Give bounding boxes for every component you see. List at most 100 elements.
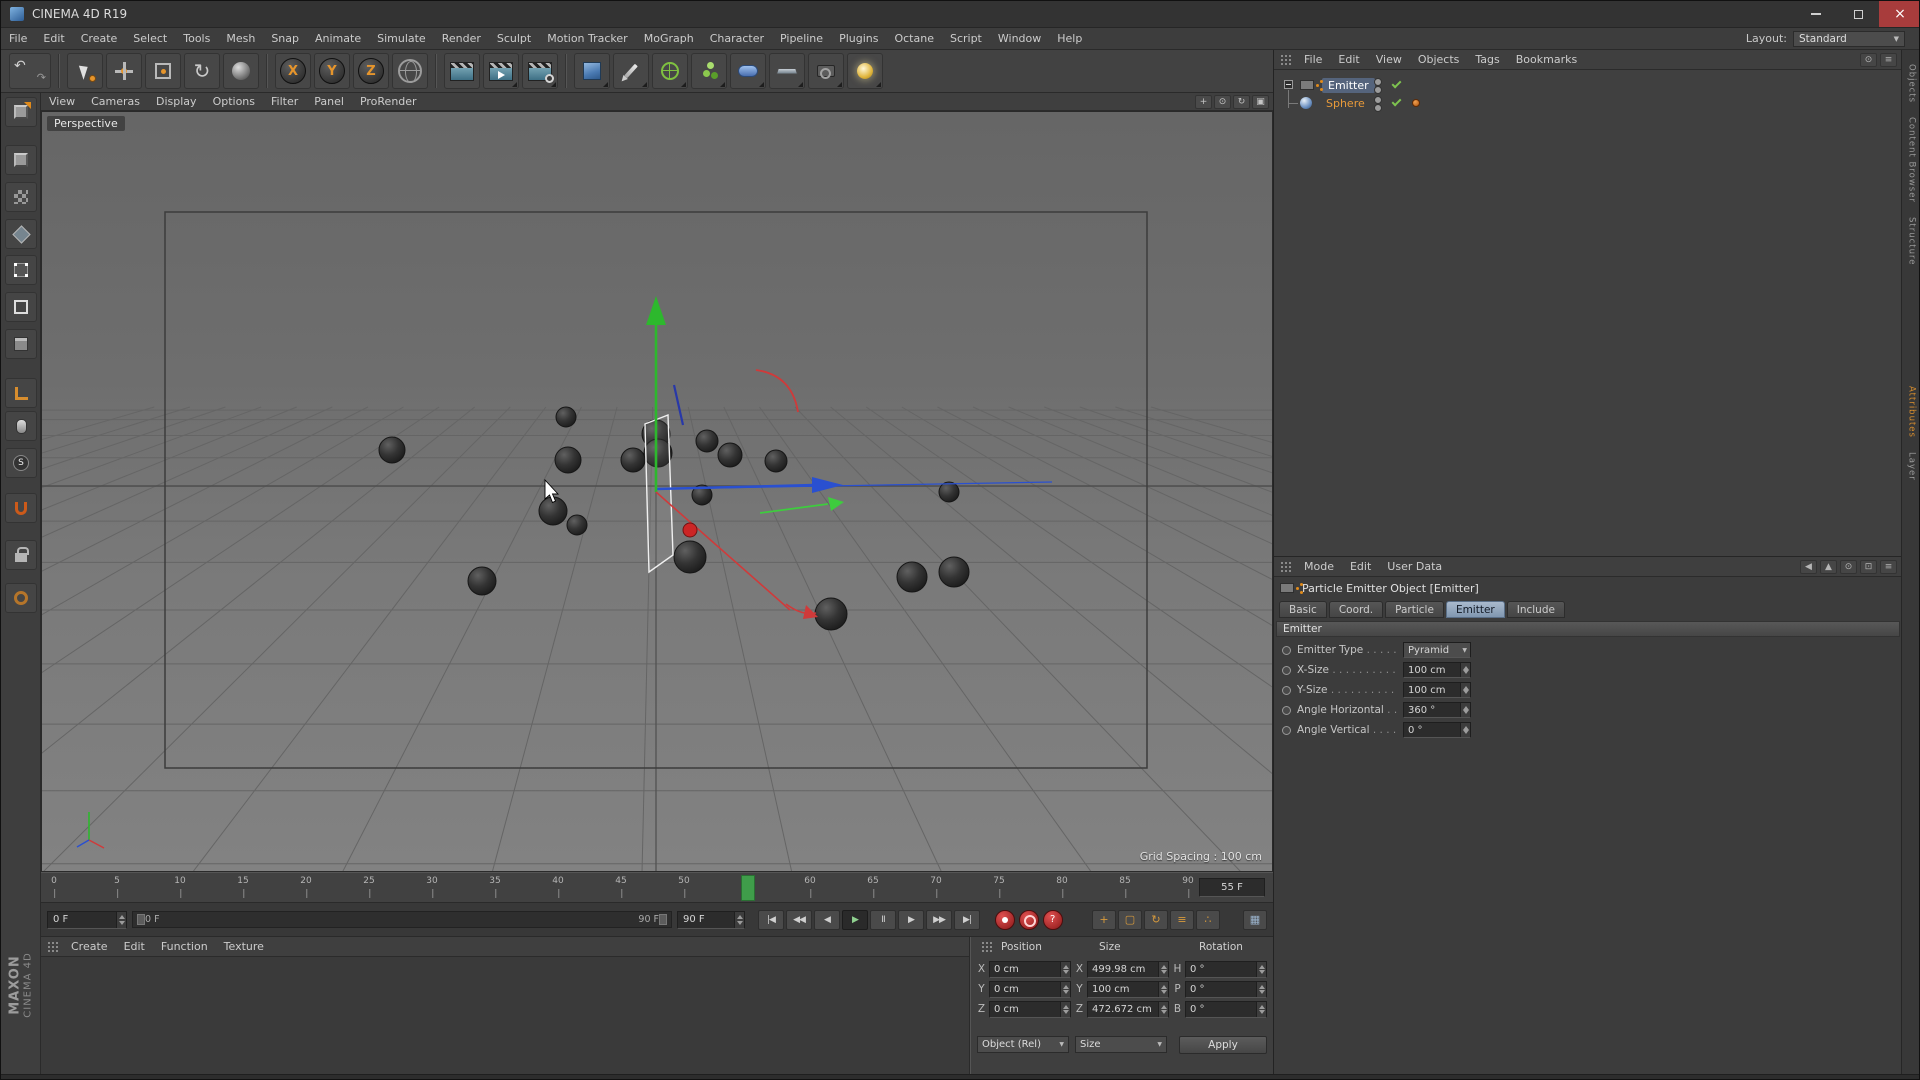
timeline-tick[interactable]: 0 xyxy=(51,876,57,898)
lock-workplane-button[interactable] xyxy=(5,540,37,570)
toggle-view-button[interactable]: ▣ xyxy=(1252,94,1269,109)
timeline-tick[interactable]: 10 xyxy=(174,876,186,898)
y-axis-arrow[interactable] xyxy=(646,296,666,325)
zoom-view-button[interactable]: ⊙ xyxy=(1214,94,1231,109)
render-view-button[interactable] xyxy=(444,53,480,89)
timeline-tick[interactable]: 25 xyxy=(363,876,375,898)
panel-grip-icon[interactable] xyxy=(1280,54,1292,66)
rotation-p-field[interactable]: 0 ° xyxy=(1185,980,1267,998)
viewport-menu-panel[interactable]: Panel xyxy=(306,93,352,110)
lock-icon[interactable]: ⊡ xyxy=(1860,559,1877,574)
attribute-manager-menu-mode[interactable]: Mode xyxy=(1296,557,1342,576)
live-selection-button[interactable] xyxy=(67,53,103,89)
position-z-field[interactable]: 0 cm xyxy=(989,1000,1071,1018)
minimize-button[interactable] xyxy=(1795,1,1837,27)
tab-basic[interactable]: Basic xyxy=(1279,601,1327,618)
attribute-manager-menu-user-data[interactable]: User Data xyxy=(1379,557,1450,576)
spinner-icon[interactable] xyxy=(1158,981,1168,997)
tweak-mode-button[interactable] xyxy=(5,411,37,441)
undo-redo-group[interactable]: ↶ ↷ xyxy=(9,53,51,89)
size-mode-dropdown[interactable]: Size ▼ xyxy=(1075,1036,1167,1053)
size-x-field[interactable]: 499.98 cm xyxy=(1087,960,1169,978)
spinner-icon[interactable] xyxy=(1060,961,1070,977)
tab-coord-[interactable]: Coord. xyxy=(1328,601,1384,618)
search-icon[interactable]: ⊙ xyxy=(1840,559,1857,574)
timeline-tick[interactable]: 90 xyxy=(1182,876,1194,898)
particle-sphere[interactable] xyxy=(764,449,788,473)
visibility-dots-icon[interactable] xyxy=(1374,96,1382,112)
menubar-item-select[interactable]: Select xyxy=(125,28,175,49)
particle-sphere[interactable] xyxy=(673,540,707,574)
redo-icon[interactable]: ↷ xyxy=(37,72,46,83)
plane-handle-green[interactable] xyxy=(828,497,844,511)
side-tab-objects[interactable]: Objects xyxy=(1907,64,1917,103)
tag-icon[interactable] xyxy=(1412,99,1420,107)
texture-mode-button[interactable] xyxy=(5,182,37,212)
timeline-tick[interactable]: 60 xyxy=(804,876,816,898)
record-keyframe-button[interactable] xyxy=(995,909,1015,930)
keyframe-presets-button[interactable]: ▦ xyxy=(1243,909,1267,930)
side-tab-layer[interactable]: Layer xyxy=(1907,452,1917,481)
particle-sphere[interactable] xyxy=(814,597,848,631)
layout-dropdown[interactable]: Standard ▼ xyxy=(1793,30,1905,47)
rotation-band-red[interactable] xyxy=(755,369,799,413)
object-label[interactable]: Emitter xyxy=(1322,77,1375,93)
timeline-tick[interactable]: 75 xyxy=(993,876,1005,898)
object-manager-menu-tags[interactable]: Tags xyxy=(1467,50,1507,69)
add-deformer-button[interactable] xyxy=(730,53,766,89)
lock-y-axis-button[interactable]: Y xyxy=(314,53,350,89)
key-rotation-toggle[interactable]: ↻ xyxy=(1144,909,1168,930)
range-handle-right[interactable] xyxy=(659,914,667,925)
viewport-menu-display[interactable]: Display xyxy=(148,93,205,110)
up-arrow-icon[interactable]: ▲ xyxy=(1820,559,1837,574)
object-row-emitter[interactable]: Emitter xyxy=(1274,76,1902,108)
autokey-button[interactable] xyxy=(1019,909,1039,930)
panel-grip-icon[interactable] xyxy=(1280,561,1292,573)
spinner-icon[interactable] xyxy=(1256,981,1266,997)
menubar-item-simulate[interactable]: Simulate xyxy=(369,28,434,49)
spinner-icon[interactable] xyxy=(1460,663,1470,677)
visibility-dots-icon[interactable] xyxy=(1374,78,1382,94)
add-generator-button[interactable] xyxy=(652,53,688,89)
key-position-toggle[interactable]: + xyxy=(1092,909,1116,930)
rotation-h-field[interactable]: 0 ° xyxy=(1185,960,1267,978)
keyframe-selection-button[interactable] xyxy=(1043,909,1063,930)
animation-toggle-icon[interactable] xyxy=(1282,645,1291,655)
material-manager-menu-texture[interactable]: Texture xyxy=(216,937,272,956)
material-manager-menu-create[interactable]: Create xyxy=(63,937,116,956)
menubar-item-character[interactable]: Character xyxy=(702,28,772,49)
menubar-item-script[interactable]: Script xyxy=(942,28,990,49)
panel-grip-icon[interactable] xyxy=(981,941,993,953)
previous-frame-button[interactable]: ◀ xyxy=(814,909,840,930)
menubar-item-window[interactable]: Window xyxy=(990,28,1049,49)
angle-horizontal-field[interactable]: 360 ° xyxy=(1403,702,1471,718)
next-key-button[interactable]: ▶▶ xyxy=(926,909,952,930)
rotate-tool-button[interactable]: ↻ xyxy=(184,53,220,89)
menubar-item-edit[interactable]: Edit xyxy=(35,28,72,49)
snap-button[interactable] xyxy=(5,493,37,523)
object-manager-menu-objects[interactable]: Objects xyxy=(1410,50,1468,69)
particle-sphere[interactable] xyxy=(695,429,719,453)
list-icon[interactable]: ≡ xyxy=(1880,559,1897,574)
timeline-tick[interactable]: 65 xyxy=(867,876,879,898)
particle-sphere[interactable] xyxy=(620,447,646,473)
menubar-item-render[interactable]: Render xyxy=(434,28,489,49)
attribute-manager-menu-edit[interactable]: Edit xyxy=(1342,557,1379,576)
viewport-canvas[interactable]: Perspective Grid Spacing : 100 cm xyxy=(41,111,1273,872)
timeline-tick[interactable]: 35 xyxy=(489,876,501,898)
coordinate-system-button[interactable] xyxy=(392,53,428,89)
menubar-item-octane[interactable]: Octane xyxy=(886,28,942,49)
spinner-icon[interactable] xyxy=(1060,1001,1070,1017)
goto-start-button[interactable]: |◀ xyxy=(758,909,784,930)
menubar-item-help[interactable]: Help xyxy=(1049,28,1090,49)
timeline-tick[interactable]: 15 xyxy=(237,876,249,898)
object-manager-menu-file[interactable]: File xyxy=(1296,50,1330,69)
pause-button[interactable]: Ⅱ xyxy=(870,909,896,930)
previous-key-button[interactable]: ◀◀ xyxy=(786,909,812,930)
y-size-field[interactable]: 100 cm xyxy=(1403,682,1471,698)
key-scale-toggle[interactable]: ▢ xyxy=(1118,909,1142,930)
collapse-icon[interactable] xyxy=(1284,80,1293,89)
side-tab-content-browser[interactable]: Content Browser xyxy=(1907,117,1917,203)
timeline-ruler[interactable]: 051015202530354045505560657075808590 55 … xyxy=(41,872,1273,903)
tab-emitter[interactable]: Emitter xyxy=(1445,601,1505,618)
